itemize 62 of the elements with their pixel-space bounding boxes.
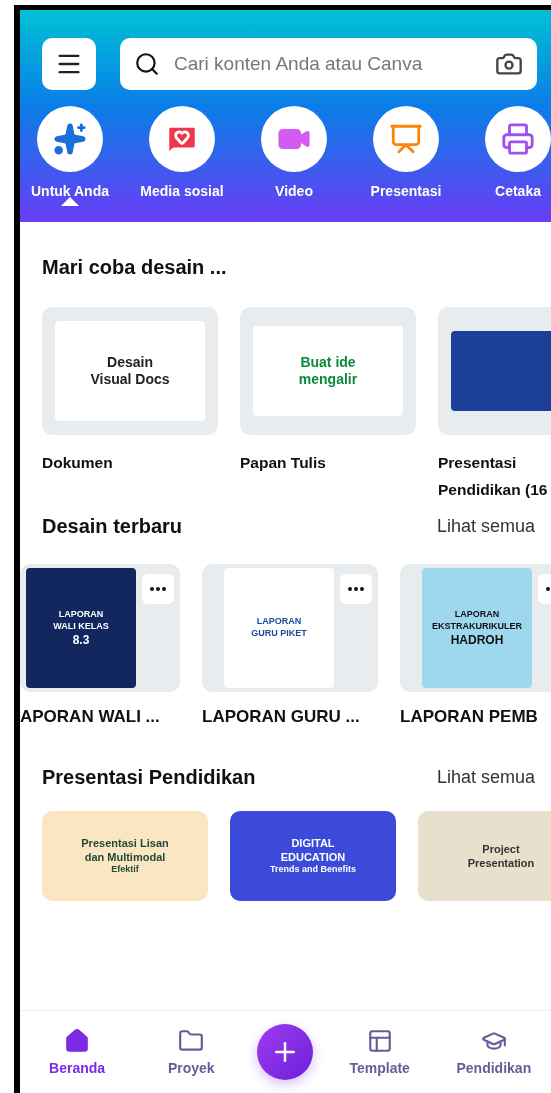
thumbnail-text: HADROH <box>450 633 504 647</box>
printer-icon <box>501 122 535 156</box>
menu-button[interactable] <box>42 38 96 90</box>
card-label: LAPORAN GURU ... <box>202 706 361 729</box>
category-tab[interactable]: Untuk Anda <box>20 106 126 204</box>
folder-icon <box>178 1028 205 1054</box>
see-all-link[interactable]: Lihat semua <box>436 767 535 788</box>
design-type-card[interactable]: Desain Visual Docs <box>42 307 218 435</box>
section-title: Presentasi Pendidikan <box>42 766 256 789</box>
thumbnail-text: Desain <box>107 354 153 370</box>
nav-tab[interactable]: Beranda <box>29 1028 126 1076</box>
section-title: Desain terbaru <box>42 515 183 539</box>
thumbnail-text: Visual Docs <box>90 372 170 388</box>
thumbnail-text: Efektif <box>111 865 139 876</box>
see-all-link[interactable]: Lihat semua <box>436 516 535 538</box>
template-preview[interactable]: Project Presentation <box>418 811 551 901</box>
nav-tab[interactable]: Pendidikan <box>445 1028 542 1076</box>
card-label: Presentasi Pendidikan (16 <box>438 453 549 501</box>
card-label: APORAN WALI ... <box>20 706 161 729</box>
thumbnail-text: Project <box>482 842 520 855</box>
more-icon <box>150 587 166 592</box>
template-preview[interactable]: Presentasi Lisan dan Multimodal Efektif <box>42 811 208 901</box>
thumbnail-text: mengalir <box>298 372 358 388</box>
nav-tab[interactable]: Proyek <box>143 1028 240 1076</box>
thumbnail-text: Presentasi Lisan <box>81 836 169 850</box>
thumbnail-text: dan Multimodal <box>84 851 166 864</box>
card-label: Dokumen <box>42 453 114 473</box>
nav-tab[interactable]: Template <box>331 1028 428 1076</box>
presentation-board-icon <box>389 122 423 156</box>
thumbnail-text: EKSTRAKURIKULER <box>432 621 522 632</box>
category-tab[interactable]: Video <box>238 106 350 204</box>
thumbnail-text: Buat ide <box>300 354 356 370</box>
search-icon <box>134 51 160 77</box>
design-card[interactable]: LAPORAN WALI KELAS 8.3 <box>20 564 180 693</box>
thumbnail-text: Trends and Benefits <box>270 865 356 876</box>
category-tab[interactable]: Media sosial <box>126 106 238 204</box>
template-icon <box>366 1028 393 1054</box>
search-bar[interactable]: Cari konten Anda atau Canva <box>120 38 537 90</box>
thumbnail-text: EDUCATION <box>280 851 346 864</box>
design-type-card[interactable]: Buat ide mengalir <box>240 307 416 435</box>
thumbnail-text: 8.3 <box>72 633 90 647</box>
more-button[interactable] <box>142 574 174 605</box>
thumbnail-text: LAPORAN <box>58 609 104 620</box>
home-icon <box>64 1028 91 1054</box>
design-card[interactable]: LAPORAN EKSTRAKURIKULER HADROH <box>400 564 551 693</box>
thumbnail-text: GURU PIKET <box>251 629 307 640</box>
card-label: Papan Tulis <box>240 453 327 473</box>
thumbnail-text: DIGITAL <box>291 836 335 850</box>
card-label: LAPORAN PEMB <box>400 706 539 729</box>
category-tab[interactable]: Cetaka <box>462 106 551 204</box>
sparkle-icon <box>53 122 87 156</box>
design-card[interactable]: LAPORAN GURU PIKET <box>202 564 378 693</box>
thumbnail-text: LAPORAN <box>256 617 302 628</box>
template-preview[interactable]: DIGITAL EDUCATION Trends and Benefits <box>230 811 396 901</box>
section-title: Mari coba desain ... <box>42 256 227 279</box>
category-tab[interactable]: Presentasi <box>350 106 462 204</box>
create-button[interactable] <box>257 1024 314 1080</box>
more-button[interactable] <box>340 574 372 605</box>
thumbnail-text: WALI KELAS <box>53 621 109 632</box>
thumbnail-text: Presentation <box>467 857 535 870</box>
more-icon <box>348 587 364 592</box>
thumbnail-text: LAPORAN <box>454 609 500 620</box>
